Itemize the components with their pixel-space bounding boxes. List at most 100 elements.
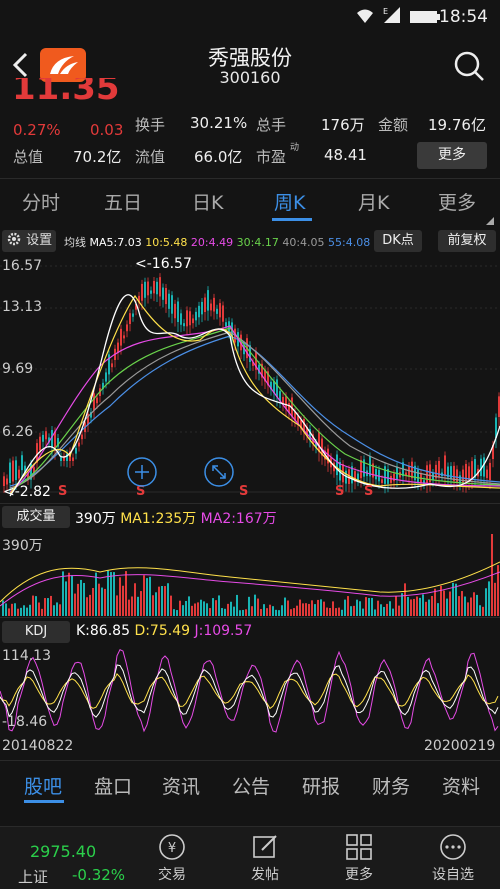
- tab-minute[interactable]: 分时: [22, 188, 60, 215]
- volume-bar: [293, 608, 295, 616]
- candle-body: [417, 469, 419, 483]
- volume-bar: [371, 597, 373, 616]
- candle-body: [111, 363, 113, 368]
- kdj-chart[interactable]: [0, 646, 500, 736]
- volume-bar: [332, 601, 334, 616]
- end-date: 20200219: [424, 738, 496, 754]
- index-value[interactable]: 2975.40: [30, 842, 96, 861]
- volume-bar: [146, 578, 148, 616]
- volume-bar: [296, 605, 298, 616]
- candle-body: [18, 469, 20, 479]
- candle-body: [336, 454, 338, 476]
- nav-trade-label: 交易: [158, 867, 186, 883]
- settings-button[interactable]: 设置: [2, 230, 56, 252]
- volume-bar: [53, 605, 55, 616]
- volume-bar: [29, 604, 31, 616]
- nav-trade-button[interactable]: ¥ 交易: [137, 832, 207, 884]
- volume-bar: [338, 607, 340, 616]
- candle-body: [150, 290, 152, 294]
- volume-bar: [23, 605, 25, 616]
- kdj-indicator-button[interactable]: KDJ: [2, 621, 70, 643]
- tab-research[interactable]: 研报: [302, 772, 340, 799]
- tab-stock-forum[interactable]: 股吧: [24, 772, 62, 799]
- candle-body: [165, 288, 167, 305]
- volume-chart[interactable]: [0, 532, 500, 616]
- dk-point-button[interactable]: DK点: [374, 230, 422, 252]
- candle-body: [42, 434, 44, 442]
- volume-bar: [20, 607, 22, 616]
- nav-more-button[interactable]: 更多: [324, 832, 394, 884]
- volume-bar: [443, 590, 445, 616]
- volume-bar: [407, 596, 409, 616]
- candle-body: [384, 466, 386, 484]
- volume-bar: [167, 583, 169, 616]
- tab-announcements[interactable]: 公告: [232, 772, 270, 799]
- volume-bar: [137, 596, 139, 616]
- wifi-icon: [356, 8, 374, 24]
- volume-bar: [233, 606, 235, 616]
- volume-bar: [320, 599, 322, 616]
- volume-bar: [170, 595, 172, 616]
- candle-body: [210, 303, 212, 311]
- candle-body: [72, 457, 74, 461]
- float-label: 流值: [135, 148, 166, 166]
- candle-body: [207, 290, 209, 311]
- nav-more-label: 更多: [345, 867, 373, 883]
- volume-bar: [353, 605, 355, 616]
- tab-five-day[interactable]: 五日: [104, 188, 142, 215]
- volume-indicator-button[interactable]: 成交量: [2, 506, 70, 528]
- candle-body: [156, 281, 158, 295]
- volume-bar: [86, 597, 88, 616]
- volume-bar: [47, 598, 49, 616]
- volume-bar: [323, 601, 325, 616]
- pe-label: 市盈: [256, 148, 287, 166]
- nav-watchlist-button[interactable]: 设自选: [418, 832, 488, 884]
- volume-bar: [275, 609, 277, 616]
- price-axis-max: 16.57: [2, 258, 43, 274]
- tab-order-book[interactable]: 盘口: [94, 772, 132, 799]
- volume-bar: [254, 594, 256, 616]
- candle-body: [189, 311, 191, 326]
- zoom-in-icon[interactable]: [126, 456, 158, 488]
- candle-body: [462, 469, 464, 484]
- candle-body: [39, 436, 41, 451]
- candle-body: [162, 287, 164, 300]
- volume-bar: [173, 609, 175, 616]
- divider: [0, 617, 500, 618]
- volume-bar: [482, 606, 484, 616]
- mcap-label: 总值: [13, 148, 44, 166]
- price-axis-3: 9.69: [2, 361, 34, 377]
- volume-bar: [164, 586, 166, 616]
- tab-profile[interactable]: 资料: [442, 772, 480, 799]
- pe-superscript: 动: [290, 143, 300, 153]
- search-icon[interactable]: [453, 50, 485, 82]
- candle-body: [15, 460, 17, 480]
- quote-more-button[interactable]: 更多: [417, 142, 487, 169]
- adjust-button[interactable]: 前复权: [438, 230, 496, 252]
- tab-monthly-k[interactable]: 月K: [358, 188, 389, 215]
- volume-bar: [464, 596, 466, 616]
- signal-icon: E: [382, 6, 402, 24]
- volume-bar: [269, 604, 271, 616]
- volume-bar: [278, 610, 280, 616]
- volume-bar: [119, 577, 121, 616]
- volume-bar: [359, 601, 361, 616]
- settings-label: 设置: [26, 233, 53, 248]
- tab-more[interactable]: 更多: [438, 188, 476, 215]
- price-chart[interactable]: [0, 256, 500, 502]
- ma-legend: 均线 MA5:7.03 10:5.48 20:4.49 30:4.17 40:4…: [64, 234, 370, 250]
- volume-bar: [77, 583, 79, 616]
- nav-watchlist-label: 设自选: [432, 867, 474, 883]
- fullscreen-icon[interactable]: [203, 456, 235, 488]
- volume-bar: [95, 572, 97, 616]
- volume-bar: [191, 605, 193, 616]
- kdj-axis-max: 114.13: [2, 648, 51, 664]
- tab-financials[interactable]: 财务: [372, 772, 410, 799]
- tab-weekly-k[interactable]: 周K: [274, 188, 305, 215]
- volume-bar: [215, 600, 217, 616]
- nav-post-button[interactable]: 发帖: [230, 832, 300, 884]
- s-marker: S: [239, 484, 249, 499]
- candle-body: [204, 297, 206, 313]
- tab-daily-k[interactable]: 日K: [192, 188, 223, 215]
- tab-news[interactable]: 资讯: [162, 772, 200, 799]
